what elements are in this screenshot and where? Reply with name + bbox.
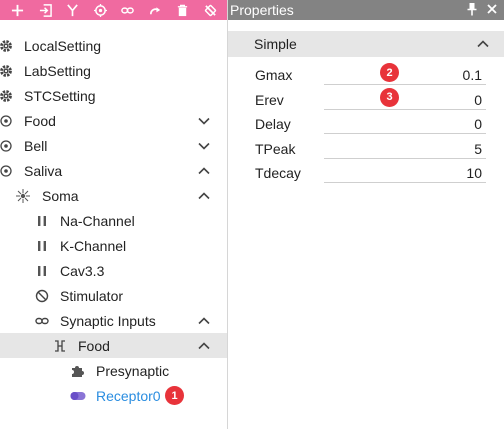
gear-icon: [0, 89, 13, 103]
import-button[interactable]: [32, 0, 60, 20]
tree-item-receptor0[interactable]: Receptor0 1: [0, 383, 227, 408]
property-row-gmax: Gmax 0.1 2: [228, 63, 504, 88]
chevron-up-icon[interactable]: [197, 189, 211, 203]
plus-icon: [12, 4, 24, 16]
target-icon: [0, 164, 13, 178]
redo-button[interactable]: [142, 0, 170, 20]
pause-icon: [35, 214, 49, 228]
target-button[interactable]: [87, 0, 115, 20]
model-tree-panel: LocalSetting LabSetting STCSetting Food …: [0, 0, 228, 429]
property-value-input[interactable]: 0.1: [324, 66, 486, 85]
tree-item-food[interactable]: Food: [0, 108, 227, 133]
tree-item-label: STCSetting: [24, 87, 96, 104]
properties-header: Properties: [228, 0, 504, 20]
property-row-tpeak: TPeak 5: [228, 137, 504, 162]
tree-item-label: Saliva: [24, 162, 63, 179]
tree-item-stimulator[interactable]: Stimulator: [0, 283, 227, 308]
pause-icon: [35, 264, 49, 278]
property-name: Erev: [255, 91, 284, 108]
annotation-badge: 2: [380, 63, 399, 82]
chevron-down-icon[interactable]: [197, 114, 211, 128]
tree-item-saliva[interactable]: Saliva: [0, 158, 227, 183]
property-value-input[interactable]: 10: [324, 164, 486, 183]
link-button[interactable]: [114, 0, 142, 20]
tree-item-k-channel[interactable]: K-Channel: [0, 233, 227, 258]
property-value-input[interactable]: 5: [324, 140, 486, 159]
tree-item-na-channel[interactable]: Na-Channel: [0, 208, 227, 233]
annotation-badge: 1: [165, 386, 184, 405]
tree-item-bell[interactable]: Bell: [0, 133, 227, 158]
pause-icon: [35, 239, 49, 253]
tree-item-presynaptic[interactable]: Presynaptic: [0, 358, 227, 383]
tree-item-label: LocalSetting: [24, 37, 102, 54]
tree-item-label: Soma: [42, 187, 79, 204]
target-icon: [93, 3, 107, 17]
chevron-up-icon[interactable]: [197, 339, 211, 353]
puzzle-icon: [71, 364, 85, 378]
property-row-delay: Delay 0: [228, 112, 504, 137]
properties-panel: Properties Simple Gmax 0.1 2 Erev 0 3 De…: [228, 0, 504, 429]
property-value-input[interactable]: 0: [324, 115, 486, 134]
tree-item-cav3-3[interactable]: Cav3.3: [0, 258, 227, 283]
tree-item-synapse-food[interactable]: Food: [0, 333, 227, 358]
tree-item-label: K-Channel: [60, 237, 127, 254]
ban-icon: [35, 289, 49, 303]
delete-button[interactable]: [169, 0, 197, 20]
gear-icon: [0, 64, 13, 78]
property-name: Gmax: [255, 67, 293, 83]
gear-icon: [0, 39, 13, 53]
tree-item-label: Stimulator: [60, 287, 124, 304]
synapse-icon: [53, 339, 67, 353]
properties-title: Properties: [230, 2, 294, 18]
link-icon: [121, 6, 135, 14]
tree-toolbar: [0, 0, 227, 20]
branch-button[interactable]: [59, 0, 87, 20]
property-name: Tdecay: [255, 165, 301, 181]
section-label: Simple: [254, 36, 297, 52]
property-value-input[interactable]: 0: [324, 91, 486, 110]
target-icon: [0, 139, 13, 153]
tree-item-soma[interactable]: Soma: [0, 183, 227, 208]
chevron-up-icon[interactable]: [476, 37, 490, 51]
link-icon: [35, 314, 49, 328]
trash-icon: [178, 4, 188, 16]
annotation-badge: 3: [380, 87, 399, 107]
close-icon[interactable]: [486, 2, 498, 16]
soma-icon: [16, 188, 30, 203]
no-link-icon: [204, 4, 216, 16]
import-icon: [39, 3, 52, 17]
tree-item-label: Food: [24, 112, 56, 129]
property-name: Delay: [255, 116, 291, 132]
tree-item-stcsetting[interactable]: STCSetting: [0, 83, 227, 108]
model-tree: LocalSetting LabSetting STCSetting Food …: [0, 33, 227, 408]
branch-icon: [67, 3, 79, 16]
tree-item-label: Food: [78, 337, 110, 354]
tree-item-label: Receptor0: [96, 387, 161, 404]
tree-item-label: Synaptic Inputs: [60, 312, 156, 329]
tree-item-label: Na-Channel: [60, 212, 135, 229]
chevron-up-icon[interactable]: [197, 164, 211, 178]
property-name: TPeak: [255, 140, 296, 157]
add-button[interactable]: [4, 0, 32, 20]
tree-item-label: Bell: [24, 137, 48, 154]
property-row-erev: Erev 0 3: [228, 87, 504, 113]
tree-item-synaptic-inputs[interactable]: Synaptic Inputs: [0, 308, 227, 333]
tree-item-label: LabSetting: [24, 62, 91, 79]
tree-item-localsetting[interactable]: LocalSetting: [0, 33, 227, 58]
tree-item-labsetting[interactable]: LabSetting: [0, 58, 227, 83]
tree-item-label: Cav3.3: [60, 262, 105, 279]
unlink-button[interactable]: [197, 0, 225, 20]
property-list: Gmax 0.1 2 Erev 0 3 Delay 0 TPeak 5 Tdec…: [228, 63, 504, 186]
toggle-icon: [70, 389, 86, 403]
chevron-up-icon[interactable]: [197, 314, 211, 328]
redo-icon: [149, 6, 160, 14]
target-icon: [0, 114, 13, 128]
section-simple[interactable]: Simple: [228, 31, 504, 57]
pin-icon[interactable]: [466, 2, 478, 16]
tree-item-label: Presynaptic: [96, 362, 170, 379]
chevron-down-icon[interactable]: [197, 139, 211, 153]
property-row-tdecay: Tdecay 10: [228, 161, 504, 186]
